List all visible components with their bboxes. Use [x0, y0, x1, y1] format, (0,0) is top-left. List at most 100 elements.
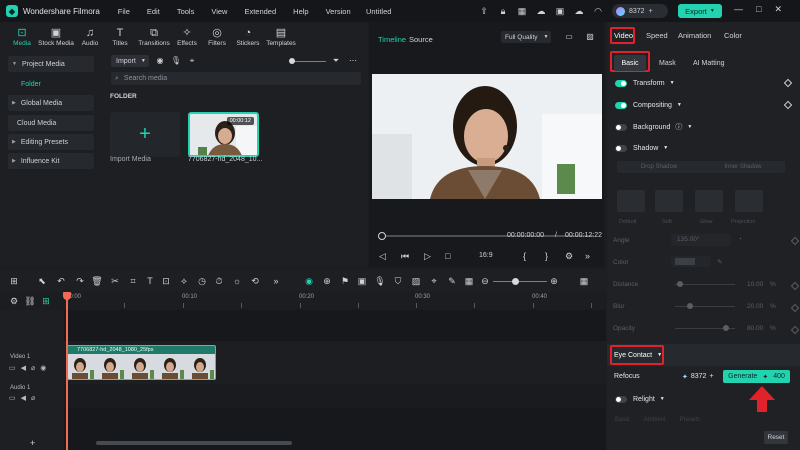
timeline-playhead[interactable]: [66, 292, 68, 450]
menu-edit[interactable]: Edit: [147, 7, 160, 16]
play-icon[interactable]: ▷: [424, 251, 431, 262]
redo-icon[interactable]: ↷: [74, 276, 86, 286]
playhead-knob[interactable]: [378, 232, 386, 240]
tab-titles[interactable]: T Titles: [104, 22, 136, 52]
video-preview[interactable]: [372, 74, 602, 199]
ai-tool-icon[interactable]: ⟡: [178, 276, 190, 286]
split-icon[interactable]: ✂: [109, 276, 121, 286]
more-icon[interactable]: ⋯: [347, 55, 359, 67]
keyframe-icon[interactable]: [783, 100, 793, 110]
audio-sync-icon[interactable]: ⟲: [249, 276, 261, 286]
settings-icon[interactable]: ⚙: [8, 296, 20, 306]
compositing-toggle[interactable]: [615, 101, 627, 109]
layout-icon[interactable]: ⊞: [8, 276, 20, 286]
menu-help[interactable]: Help: [293, 7, 308, 16]
tab-timeline-preview[interactable]: Timeline: [378, 35, 406, 44]
tab-video[interactable]: Video: [614, 31, 633, 40]
headset-icon[interactable]: ◠: [592, 5, 604, 17]
motion-track-icon[interactable]: ⌖: [428, 276, 440, 286]
playhead-handle[interactable]: [63, 292, 71, 300]
background-row[interactable]: Background ⓘ ▼: [615, 120, 793, 134]
timeline-scrollbar[interactable]: [96, 441, 292, 445]
prev-frame-icon[interactable]: ◁: [379, 251, 386, 262]
playback-progress[interactable]: [379, 235, 594, 237]
more-tools-icon[interactable]: »: [270, 276, 282, 286]
settings-icon[interactable]: ⚙: [565, 251, 573, 262]
text-icon[interactable]: T: [144, 276, 156, 286]
tab-speed[interactable]: Speed: [646, 31, 668, 40]
folder-icon[interactable]: ▭: [9, 364, 16, 372]
tab-stock-media[interactable]: ▣ Stock Media: [36, 22, 76, 52]
zoom-out-icon[interactable]: ⊖: [479, 276, 491, 286]
upgrade-icon[interactable]: ⇪: [478, 5, 490, 17]
speech-icon[interactable]: ✎: [446, 276, 458, 286]
credits-badge[interactable]: 8372 +: [612, 4, 668, 18]
video-clip[interactable]: 7706827-hd_2048_1080_25fps: [67, 345, 216, 380]
zoom-in-icon[interactable]: ⊕: [548, 276, 560, 286]
timer-icon[interactable]: ⏱: [213, 276, 225, 286]
help-icon[interactable]: ⓘ: [675, 122, 682, 132]
thumbnail-size-slider[interactable]: [290, 61, 326, 62]
record-icon[interactable]: ◉: [154, 55, 166, 67]
transform-tool-icon[interactable]: ⊡: [160, 276, 172, 286]
minimize-icon[interactable]: —: [734, 4, 743, 15]
menu-tools[interactable]: Tools: [177, 7, 195, 16]
snapshot-icon[interactable]: ▨: [410, 276, 422, 286]
add-icon[interactable]: +: [30, 438, 35, 448]
mark-icon[interactable]: ⚑: [339, 276, 351, 286]
mark-out-icon[interactable]: }: [545, 251, 548, 261]
filter-icon[interactable]: ⏷: [330, 55, 342, 67]
tab-source-preview[interactable]: Source: [409, 35, 433, 44]
cloud-sync-icon[interactable]: ☁︎: [573, 5, 585, 17]
link-icon[interactable]: ⛓: [24, 296, 36, 306]
subtab-basic[interactable]: Basic: [614, 55, 646, 71]
location-icon[interactable]: ⌖: [186, 55, 198, 67]
keyframe-icon[interactable]: [783, 78, 793, 88]
media-clip-thumbnail[interactable]: 00:00:12: [188, 112, 259, 157]
background-toggle[interactable]: [615, 123, 627, 131]
mark-in-icon[interactable]: {: [523, 251, 526, 261]
sidebar-item-editing-presets[interactable]: ▶ Editing Presets: [8, 134, 94, 150]
auto-ripple-icon[interactable]: ◉: [303, 276, 315, 286]
aspect-ratio[interactable]: 16:9: [479, 252, 493, 259]
render-icon[interactable]: ▣: [356, 276, 368, 286]
microphone-icon[interactable]: 🎙︎: [170, 55, 182, 67]
maximize-icon[interactable]: □: [756, 4, 761, 15]
eye-icon[interactable]: ◉: [40, 364, 46, 372]
timeline-tracks[interactable]: 7706827-hd_2048_1080_25fps: [64, 310, 606, 450]
tab-transitions[interactable]: ⧉ Transitions: [136, 22, 172, 52]
menu-version[interactable]: Version: [326, 7, 351, 16]
generate-button[interactable]: Generate ✦ 400: [723, 370, 790, 383]
lock-icon[interactable]: ⌀: [31, 364, 35, 372]
stop-icon[interactable]: □: [445, 251, 450, 261]
sidebar-item-cloud-media[interactable]: Cloud Media: [8, 115, 94, 131]
tab-animation[interactable]: Animation: [678, 31, 711, 40]
tab-stickers[interactable]: ◔ Stickers: [232, 22, 264, 52]
eye-contact-header[interactable]: Eye Contact ▼: [614, 348, 792, 362]
add-track-icon[interactable]: ⊞: [40, 296, 52, 306]
cloud-icon[interactable]: ☁︎: [535, 5, 547, 17]
lock-icon[interactable]: ⌀: [31, 394, 35, 402]
speaker-icon[interactable]: ◀︎: [21, 394, 26, 402]
lock-icon[interactable]: 🔒︎: [497, 5, 509, 17]
voiceover-icon[interactable]: 🎙︎: [374, 276, 386, 286]
speaker-icon[interactable]: ◀︎: [21, 364, 26, 372]
relight-row[interactable]: Relight ▼: [615, 392, 793, 406]
sidebar-item-project-media[interactable]: ▼ Project Media: [8, 56, 94, 72]
magnet-icon[interactable]: ⊕: [321, 276, 333, 286]
transform-row[interactable]: Transform ▼: [615, 76, 793, 90]
subtab-mask[interactable]: Mask: [659, 55, 676, 71]
relight-toggle[interactable]: [615, 395, 627, 403]
shadow-row[interactable]: Shadow ▼: [615, 141, 793, 155]
quality-dropdown[interactable]: Full Quality ▼: [501, 31, 551, 43]
timeline-zoom-slider[interactable]: [493, 281, 547, 282]
import-media-card[interactable]: +: [110, 112, 180, 157]
search-media-input[interactable]: ⌕ Search media: [111, 72, 361, 85]
sidebar-item-influence-kit[interactable]: ▶ Influence Kit: [8, 153, 94, 169]
save-icon[interactable]: ▣: [554, 5, 566, 17]
timeline-ruler[interactable]: ⚙ ⛓ ⊞ 00:00 00:10 00:20 00:30 00:40: [0, 292, 606, 310]
grid-icon[interactable]: ▦: [463, 276, 475, 286]
adjust-icon[interactable]: ☼: [231, 276, 243, 286]
close-icon[interactable]: ✕: [774, 4, 782, 15]
shadow-toggle[interactable]: [615, 144, 627, 152]
